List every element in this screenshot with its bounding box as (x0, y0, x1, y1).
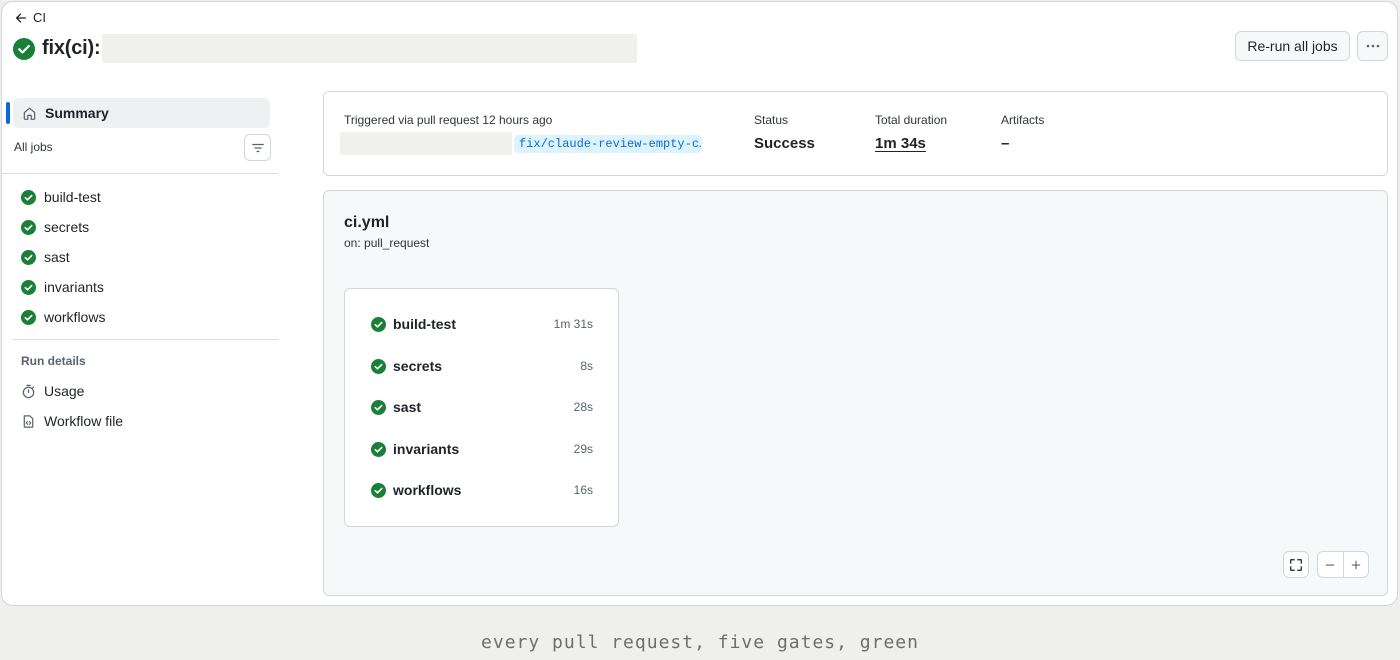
graph-job-duration: 29s (573, 442, 593, 456)
sidebar-item-summary[interactable]: Summary (13, 98, 270, 128)
sidebar-job-name: build-test (44, 189, 101, 205)
graph-job-name: workflows (393, 482, 462, 498)
plus-icon (1351, 560, 1361, 569)
sidebar-job-item[interactable]: build-test (21, 182, 105, 212)
graph-job-name: secrets (393, 358, 443, 374)
success-check-icon (371, 482, 386, 498)
artifacts-value: – (1001, 135, 1010, 152)
status-value: Success (754, 135, 815, 152)
graph-job-row[interactable]: build-test 1m 31s (371, 316, 593, 332)
back-link-label: CI (33, 10, 46, 25)
back-link[interactable]: CI (14, 10, 46, 25)
graph-job-name: invariants (393, 441, 460, 457)
run-title: fix(ci): (42, 37, 101, 59)
success-check-icon (21, 249, 36, 265)
run-details-label: Run details (21, 354, 86, 368)
run-summary-card: Triggered via pull request 12 hours ago … (323, 91, 1388, 176)
workflow-run-window: CI fix(ci): Re-run all jobs Summary All … (1, 1, 1398, 606)
zoom-in-button[interactable] (1344, 552, 1369, 577)
total-duration-link[interactable]: 1m 34s (875, 135, 926, 152)
sidebar-job-item[interactable]: sast (21, 242, 105, 272)
success-check-icon (21, 219, 36, 235)
artifacts-label: Artifacts (1001, 113, 1045, 127)
graph-job-duration: 16s (573, 483, 593, 497)
active-nav-marker (6, 102, 10, 124)
fullscreen-button[interactable] (1283, 551, 1309, 578)
graph-job-duration: 1m 31s (553, 317, 593, 331)
sidebar-divider-bottom (13, 339, 278, 340)
run-title-row: fix(ci): (13, 34, 638, 63)
sidebar-job-name: secrets (44, 219, 90, 235)
workflow-graph-card: ci.yml on: pull_request build-test 1m 31… (323, 190, 1388, 596)
branch-badge[interactable]: fix/claude-review-empty-c… (514, 135, 702, 153)
success-check-icon (13, 37, 35, 60)
zoom-out-button[interactable] (1318, 552, 1344, 577)
total-duration-label: Total duration (875, 113, 948, 127)
trigger-info: Triggered via pull request 12 hours ago (344, 113, 553, 127)
redacted-title-block (102, 34, 638, 63)
minus-icon (1325, 563, 1335, 566)
zoom-controls (1317, 551, 1369, 578)
rerun-all-jobs-button[interactable]: Re-run all jobs (1235, 31, 1350, 61)
workflow-trigger: on: pull_request (344, 236, 430, 250)
graph-job-row[interactable]: workflows 16s (371, 482, 593, 498)
graph-job-row[interactable]: sast 28s (371, 399, 593, 415)
filter-icon (251, 143, 264, 152)
stopwatch-icon (22, 384, 35, 398)
run-details-list: Usage Workflow file (21, 376, 123, 436)
arrow-left-icon (15, 12, 27, 23)
file-code-icon (23, 414, 34, 428)
workflow-job-group: build-test 1m 31s secrets 8s sast 28s in… (344, 288, 619, 527)
sidebar-job-item[interactable]: invariants (21, 272, 105, 302)
success-check-icon (21, 279, 36, 295)
filter-jobs-button[interactable] (244, 134, 271, 161)
success-check-icon (371, 316, 386, 332)
redacted-actor-block (340, 132, 512, 155)
sidebar-job-list: build-test secrets sast invariants workf… (21, 182, 105, 332)
home-icon (23, 107, 36, 120)
sidebar-job-item[interactable]: workflows (21, 302, 105, 332)
all-jobs-label: All jobs (14, 140, 53, 154)
more-options-button[interactable] (1357, 31, 1388, 61)
image-caption: every pull request, five gates, green (481, 632, 919, 653)
sidebar-divider-top (2, 173, 278, 174)
success-check-icon (21, 189, 36, 205)
status-label: Status (754, 113, 789, 127)
sidebar-item-usage-label: Usage (44, 383, 85, 399)
sidebar-job-name: workflows (44, 309, 106, 325)
sidebar-job-item[interactable]: secrets (21, 212, 105, 242)
sidebar-job-name: sast (44, 249, 70, 265)
sidebar-item-workflow-file-label: Workflow file (44, 413, 124, 429)
graph-job-duration: 8s (580, 359, 593, 373)
graph-job-row[interactable]: secrets 8s (371, 358, 593, 374)
sidebar-item-usage[interactable]: Usage (21, 376, 123, 406)
success-check-icon (371, 399, 386, 415)
graph-job-name: build-test (393, 316, 456, 332)
graph-job-duration: 28s (573, 400, 593, 414)
kebab-horizontal-icon (1366, 44, 1379, 48)
graph-job-row[interactable]: invariants 29s (371, 441, 593, 457)
success-check-icon (371, 358, 386, 374)
sidebar-item-summary-label: Summary (45, 105, 109, 121)
sidebar-job-name: invariants (44, 279, 104, 295)
success-check-icon (371, 441, 386, 457)
sidebar-item-workflow-file[interactable]: Workflow file (21, 406, 123, 436)
fullscreen-icon (1290, 558, 1302, 571)
workflow-file-name: ci.yml (344, 214, 390, 231)
success-check-icon (21, 309, 36, 325)
graph-job-name: sast (393, 399, 422, 415)
